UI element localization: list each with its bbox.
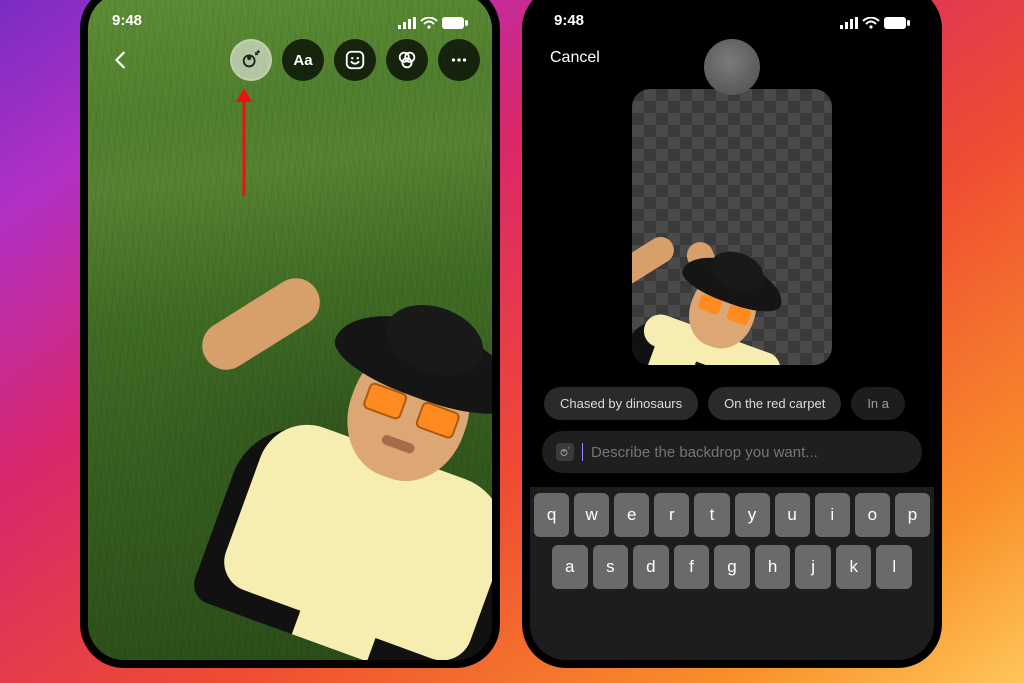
key-j[interactable]: j [795, 545, 831, 589]
keyboard-row: qwertyuiop [534, 493, 930, 537]
more-button[interactable] [438, 39, 480, 81]
phone-left: 9:48 Aa [80, 0, 500, 668]
sticker-button[interactable] [334, 39, 376, 81]
key-p[interactable]: p [895, 493, 930, 537]
suggestion-chip[interactable]: In a [851, 387, 905, 420]
key-w[interactable]: w [574, 493, 609, 537]
annotation-arrow [233, 88, 255, 198]
key-i[interactable]: i [815, 493, 850, 537]
status-bar: 9:48 [530, 0, 934, 31]
key-a[interactable]: a [552, 545, 588, 589]
key-k[interactable]: k [836, 545, 872, 589]
signal-icon [840, 17, 858, 29]
status-time: 9:48 [554, 12, 584, 29]
effects-button[interactable] [386, 39, 428, 81]
key-s[interactable]: s [593, 545, 629, 589]
status-bar: 9:48 [88, 0, 492, 31]
cancel-button[interactable]: Cancel [550, 49, 600, 67]
key-g[interactable]: g [714, 545, 750, 589]
backdrop-ai-icon [556, 443, 574, 461]
key-e[interactable]: e [614, 493, 649, 537]
key-o[interactable]: o [855, 493, 890, 537]
key-q[interactable]: q [534, 493, 569, 537]
wifi-icon [420, 17, 438, 29]
keyboard: qwertyuiop asdfghjkl [530, 487, 934, 660]
backdrop-header: Cancel [530, 49, 934, 67]
suggestion-chip[interactable]: On the red carpet [708, 387, 841, 420]
subject-cutout [632, 89, 832, 365]
signal-icon [398, 17, 416, 29]
phone-right: 9:48 Cancel [522, 0, 942, 668]
cutout-preview[interactable] [632, 89, 832, 365]
selection-indicator[interactable] [704, 39, 760, 95]
key-l[interactable]: l [876, 545, 912, 589]
battery-icon [884, 17, 910, 29]
back-button[interactable] [100, 39, 142, 81]
story-photo[interactable] [88, 0, 492, 660]
key-h[interactable]: h [755, 545, 791, 589]
suggestion-chip[interactable]: Chased by dinosaurs [544, 387, 698, 420]
key-d[interactable]: d [633, 545, 669, 589]
battery-icon [442, 17, 468, 29]
prompt-input[interactable] [591, 444, 908, 461]
keyboard-row: asdfghjkl [534, 545, 930, 589]
key-f[interactable]: f [674, 545, 710, 589]
photo-subject [88, 0, 492, 660]
suggestion-chips: Chased by dinosaurs On the red carpet In… [530, 387, 934, 420]
gradient-background: 9:48 Aa [0, 0, 1024, 683]
prompt-field[interactable] [542, 431, 922, 473]
story-toolbar: Aa [100, 39, 480, 81]
text-tool-button[interactable]: Aa [282, 39, 324, 81]
key-y[interactable]: y [735, 493, 770, 537]
wifi-icon [862, 17, 880, 29]
key-r[interactable]: r [654, 493, 689, 537]
status-time: 9:48 [112, 12, 142, 29]
text-cursor [582, 443, 583, 461]
backdrop-ai-button[interactable] [230, 39, 272, 81]
text-tool-label: Aa [293, 52, 312, 69]
key-t[interactable]: t [694, 493, 729, 537]
key-u[interactable]: u [775, 493, 810, 537]
